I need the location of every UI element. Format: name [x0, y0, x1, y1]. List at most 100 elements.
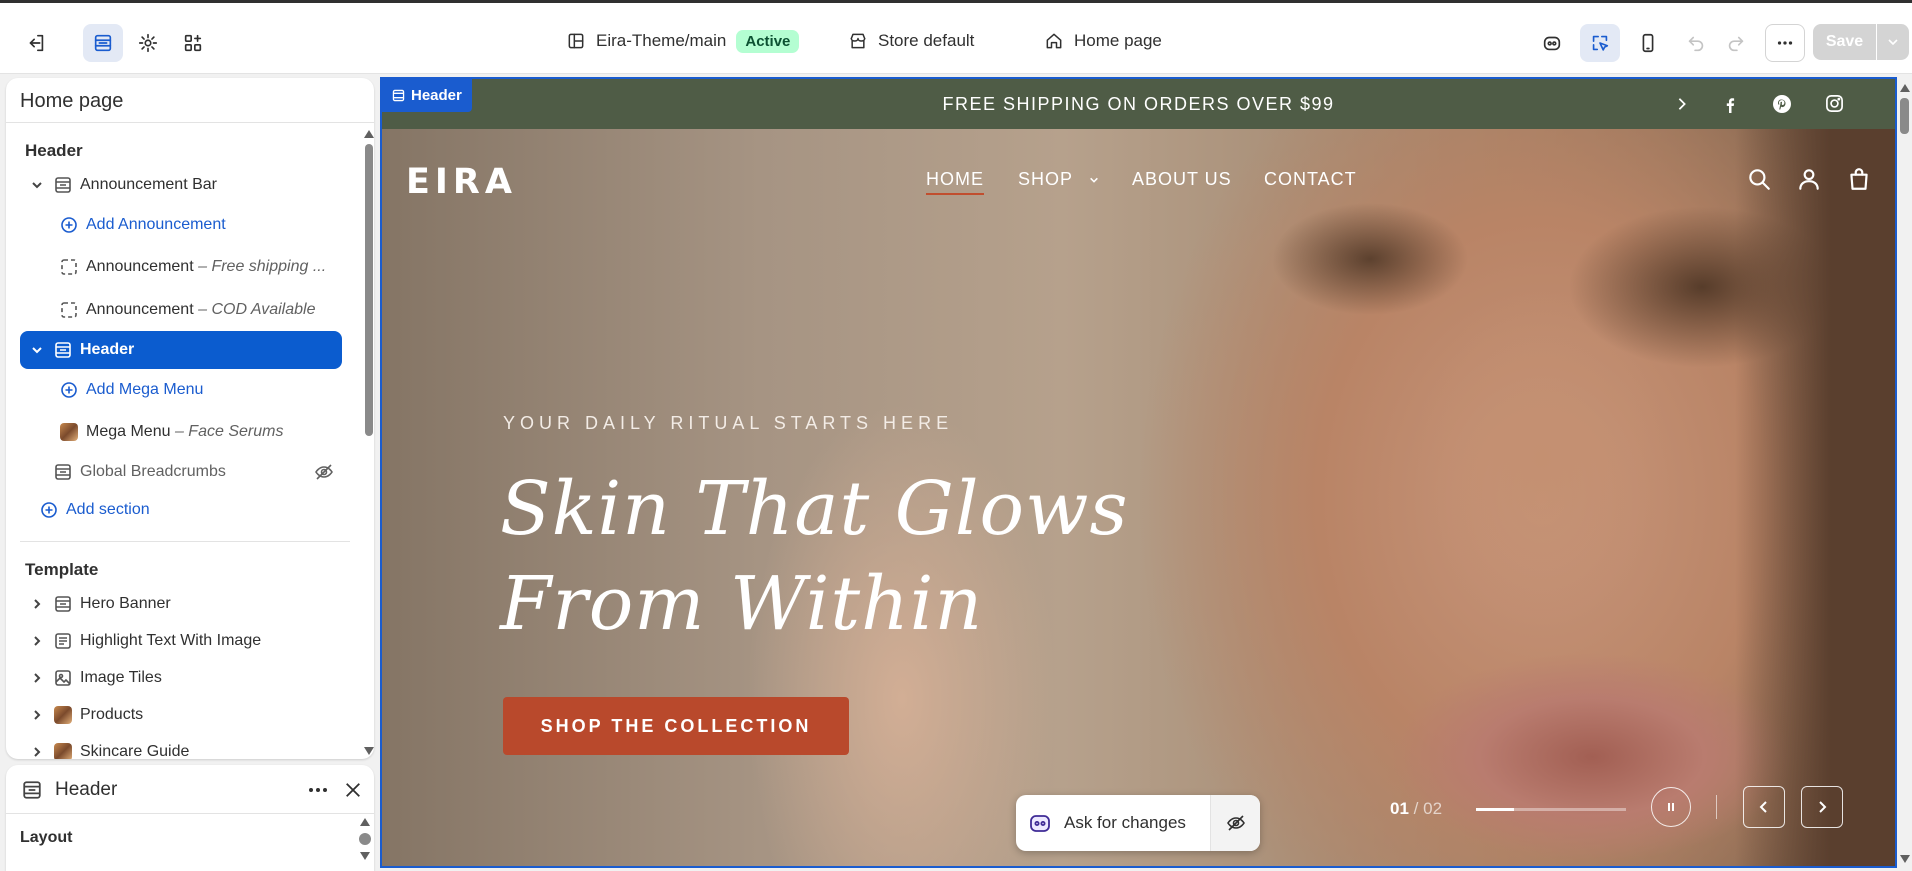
tree-item-announcement-1[interactable]: Announcement – Free shipping ... [60, 248, 342, 286]
tree-item-image-tiles[interactable]: Image Tiles [20, 659, 342, 697]
inspector-button[interactable] [1580, 24, 1620, 62]
chevron-right-icon[interactable] [1675, 97, 1689, 111]
tree-item-announcement-2[interactable]: Announcement – COD Available [60, 291, 342, 329]
save-button[interactable]: Save [1813, 24, 1876, 60]
next-slide-button[interactable] [1801, 786, 1843, 828]
exit-button[interactable] [16, 24, 56, 62]
ai-assistant-button[interactable] [1532, 24, 1572, 62]
cart-icon[interactable] [1846, 166, 1872, 192]
add-section-button[interactable]: Add section [20, 491, 342, 529]
more-actions-button[interactable] [1765, 24, 1805, 62]
chevron-down-icon [1089, 177, 1098, 183]
tree-item-global-breadcrumbs[interactable]: Global Breadcrumbs [20, 453, 342, 491]
undo-button[interactable] [1676, 24, 1716, 62]
scrollbar-thumb[interactable] [365, 144, 373, 436]
block-name: Mega Menu [86, 423, 171, 440]
panel-section-label: Layout [20, 829, 73, 846]
section-icon [55, 464, 71, 480]
eye-off-icon[interactable] [314, 462, 334, 482]
mobile-preview-button[interactable] [1628, 24, 1668, 62]
tree-item-hero-banner[interactable]: Hero Banner [20, 585, 342, 623]
announcement-bar[interactable]: FREE SHIPPING ON ORDERS OVER $99 [382, 79, 1895, 129]
divider [6, 813, 374, 814]
tree-item-label: Mega Menu – Face Serums [86, 423, 283, 441]
nav-link-about[interactable]: ABOUT US [1132, 169, 1232, 190]
apps-button[interactable] [173, 24, 213, 62]
chevron-right-icon[interactable] [30, 634, 44, 648]
scroll-down-icon[interactable] [359, 851, 371, 861]
pause-button[interactable] [1651, 787, 1691, 827]
scrollbar-thumb[interactable] [1900, 98, 1909, 134]
scroll-down-icon[interactable] [363, 746, 374, 756]
tree-item-label: Header [80, 341, 135, 358]
more-icon[interactable] [306, 778, 330, 802]
tree-item-mega-menu[interactable]: Mega Menu – Face Serums [60, 413, 342, 451]
instagram-icon[interactable] [1825, 94, 1844, 113]
add-circle-icon [41, 502, 57, 518]
scroll-up-icon[interactable] [359, 817, 371, 827]
store-context-selector[interactable]: Store default [848, 28, 974, 54]
preview-scrollbar[interactable] [1897, 77, 1912, 868]
scroll-down-icon[interactable] [1899, 854, 1911, 864]
redo-icon [1728, 36, 1744, 52]
hide-assistant-button[interactable] [1210, 795, 1260, 851]
tree-item-header[interactable]: Header [20, 331, 342, 369]
add-announcement-button[interactable]: Add Announcement [60, 206, 342, 244]
chevron-down-icon[interactable] [30, 178, 44, 192]
selected-section-tag: Header [382, 79, 472, 112]
theme-settings-button[interactable] [128, 24, 168, 62]
divider [1716, 795, 1717, 819]
chevron-down-icon [1888, 39, 1898, 46]
pause-icon [1668, 803, 1674, 811]
hero-headline-line-2: From Within [500, 561, 984, 647]
add-mega-menu-label: Add Mega Menu [86, 381, 204, 398]
group-header-label: Header [25, 141, 83, 160]
page-selector[interactable]: Home page [1044, 28, 1162, 54]
store-context-label: Store default [878, 31, 975, 50]
pinterest-icon[interactable] [1772, 94, 1792, 114]
nav-link-shop[interactable]: SHOP [1018, 169, 1099, 190]
hero-cta-button[interactable]: SHOP THE COLLECTION [503, 697, 849, 755]
tree-item-highlight-text[interactable]: Highlight Text With Image [20, 622, 342, 660]
nav-link-home[interactable]: HOME [926, 169, 984, 195]
block-icon [61, 302, 77, 318]
tree-item-label: Products [80, 706, 144, 723]
block-icon [61, 259, 77, 275]
facebook-icon[interactable] [1722, 97, 1738, 113]
chevron-right-icon[interactable] [30, 708, 44, 722]
sections-button[interactable] [83, 24, 123, 62]
section-icon [55, 177, 71, 193]
redo-button[interactable] [1716, 24, 1756, 62]
ask-for-changes-bar[interactable]: Ask for changes [1016, 795, 1260, 851]
add-section-label: Add section [66, 501, 150, 518]
chevron-right-icon[interactable] [30, 671, 44, 685]
scroll-up-icon[interactable] [1899, 83, 1911, 93]
theme-selector[interactable]: Eira-Theme/main Active [566, 28, 800, 54]
tree-item-announcement-bar[interactable]: Announcement Bar [20, 166, 342, 204]
scrollbar-thumb[interactable] [359, 833, 371, 845]
prev-slide-button[interactable] [1743, 786, 1785, 828]
sidebar-scrollbar[interactable] [361, 122, 374, 759]
group-template-label: Template [25, 560, 99, 579]
nav-link-contact[interactable]: CONTACT [1264, 169, 1357, 190]
tree-item-skincare-guide[interactable]: Skincare Guide [20, 733, 342, 759]
account-icon[interactable] [1796, 166, 1822, 192]
store-preview[interactable]: FREE SHIPPING ON ORDERS OVER $99 Header … [380, 77, 1897, 868]
slide-counter: 01 / 02 [1390, 799, 1442, 819]
block-name: Announcement [86, 258, 194, 275]
chevron-right-icon[interactable] [30, 745, 44, 759]
more-icon [1777, 41, 1793, 45]
tree-item-label: Announcement – Free shipping ... [86, 258, 326, 276]
tree-item-products[interactable]: Products [20, 696, 342, 734]
image-icon [55, 670, 71, 686]
scroll-up-icon[interactable] [363, 129, 374, 139]
search-icon[interactable] [1746, 166, 1772, 192]
chevron-right-icon[interactable] [30, 597, 44, 611]
close-icon[interactable] [344, 781, 362, 799]
save-options-button[interactable] [1877, 24, 1909, 60]
hero-kicker: YOUR DAILY RITUAL STARTS HERE [503, 413, 954, 433]
add-mega-menu-button[interactable]: Add Mega Menu [60, 371, 342, 409]
store-logo[interactable]: EIRA [406, 162, 517, 202]
chevron-down-icon[interactable] [30, 343, 44, 357]
tree-item-label: Announcement Bar [80, 176, 217, 193]
